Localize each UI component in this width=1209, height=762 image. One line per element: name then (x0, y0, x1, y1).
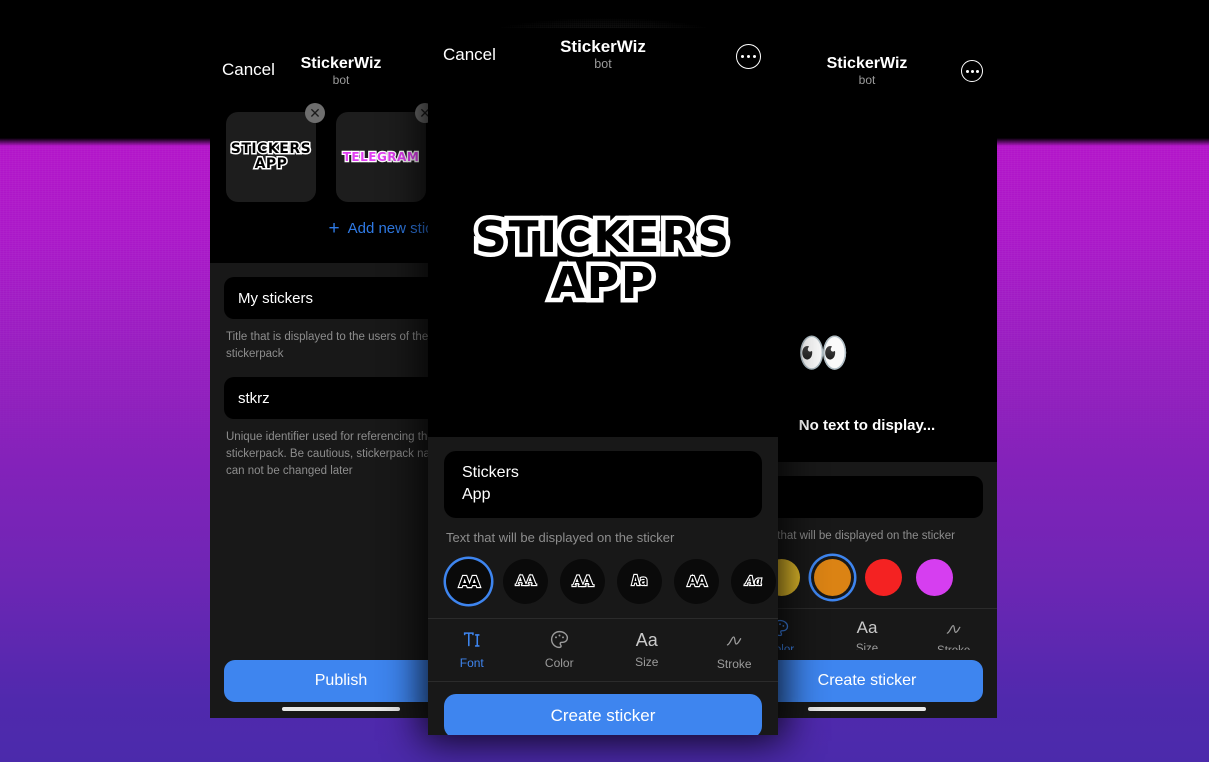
sticker-thumb-1[interactable]: STICKERS APP ✕ (226, 103, 325, 202)
tool-stroke-label: Stroke (716, 657, 752, 671)
tool-font-label: Font (459, 656, 484, 670)
right-sticker-text-helper: Text that will be displayed on the stick… (753, 530, 955, 542)
font-chip-1[interactable]: AA (446, 559, 491, 604)
eyes-emoji-icon: 👀 (797, 329, 850, 376)
center-sticker-preview-text: STICKERS APP (470, 210, 733, 311)
font-chip-5[interactable]: AA (674, 559, 719, 604)
more-horizontal-icon[interactable] (736, 44, 761, 69)
center-phone-panel: Cancel StickerWiz bot STICKERS APP Stick… (428, 28, 778, 735)
sticker-thumb-2-text: TELEGRAM (342, 149, 420, 164)
stickerpack-name-helper: Unique identifier used for referencing t… (226, 431, 446, 477)
tool-color[interactable]: Color (516, 628, 604, 671)
font-chip-6[interactable]: Aa (731, 559, 776, 604)
size-aa-icon: Aa (635, 630, 658, 650)
color-swatch-magenta[interactable] (916, 559, 953, 596)
center-footer: Create sticker (428, 681, 778, 735)
create-sticker-button[interactable]: Create sticker (444, 694, 762, 735)
text-cursor-icon (428, 629, 516, 653)
font-chip-2[interactable]: AA (503, 559, 548, 604)
tool-stroke[interactable]: Stroke (691, 628, 779, 671)
center-tool-row: Font Color Aa Size Stroke (428, 618, 778, 681)
close-icon[interactable]: ✕ (305, 103, 325, 123)
center-sticker-line1: STICKERS (470, 210, 733, 265)
palette-icon (516, 629, 604, 653)
size-aa-icon: Aa (856, 618, 878, 637)
more-horizontal-icon[interactable] (961, 60, 983, 82)
font-chip-3[interactable]: AA (560, 559, 605, 604)
font-chip-row: AA AA AA Aa AA Aa (428, 545, 778, 618)
center-nav-subtitle: bot (594, 57, 612, 71)
tool-size-label: Size (635, 655, 659, 669)
plus-icon: + (328, 218, 340, 239)
sticker-thumb-2[interactable]: TELEGRAM ✕ (336, 103, 435, 202)
center-sticker-line2: APP (546, 256, 658, 311)
tool-color-label: Color (544, 656, 574, 670)
font-chip-4[interactable]: Aa (617, 559, 662, 604)
center-nav-title: StickerWiz (560, 37, 646, 56)
publish-button[interactable]: Publish (224, 660, 458, 702)
tool-font[interactable]: Font (428, 628, 516, 671)
center-sticker-text-helper: Text that will be displayed on the stick… (446, 530, 675, 545)
tool-size[interactable]: Aa Size (603, 628, 691, 671)
center-editor-sheet: Stickers App ✕ Text that will be display… (428, 437, 778, 681)
color-swatch-red[interactable] (865, 559, 902, 596)
center-nav-title-group: StickerWiz bot (428, 36, 778, 72)
center-navbar: Cancel StickerWiz bot (428, 28, 778, 84)
stroke-squiggle-icon (910, 619, 997, 641)
right-sticker-text-input[interactable] (751, 476, 983, 518)
home-indicator (808, 707, 926, 711)
center-sticker-text-input[interactable]: Stickers App (444, 451, 762, 518)
right-create-sticker-button[interactable]: Create sticker (751, 660, 983, 702)
sticker-thumb-1-text: STICKERS APP (229, 140, 312, 173)
center-sticker-canvas: STICKERS APP (428, 84, 778, 437)
stroke-squiggle-icon (691, 630, 779, 654)
home-indicator (282, 707, 400, 711)
color-swatch-orange[interactable] (814, 559, 851, 596)
stickerpack-title-input[interactable]: My stickers (224, 277, 458, 319)
stickerpack-title-helper: Title that is displayed to the users of … (226, 331, 429, 360)
stickerpack-name-input[interactable]: stkrz (224, 377, 458, 419)
